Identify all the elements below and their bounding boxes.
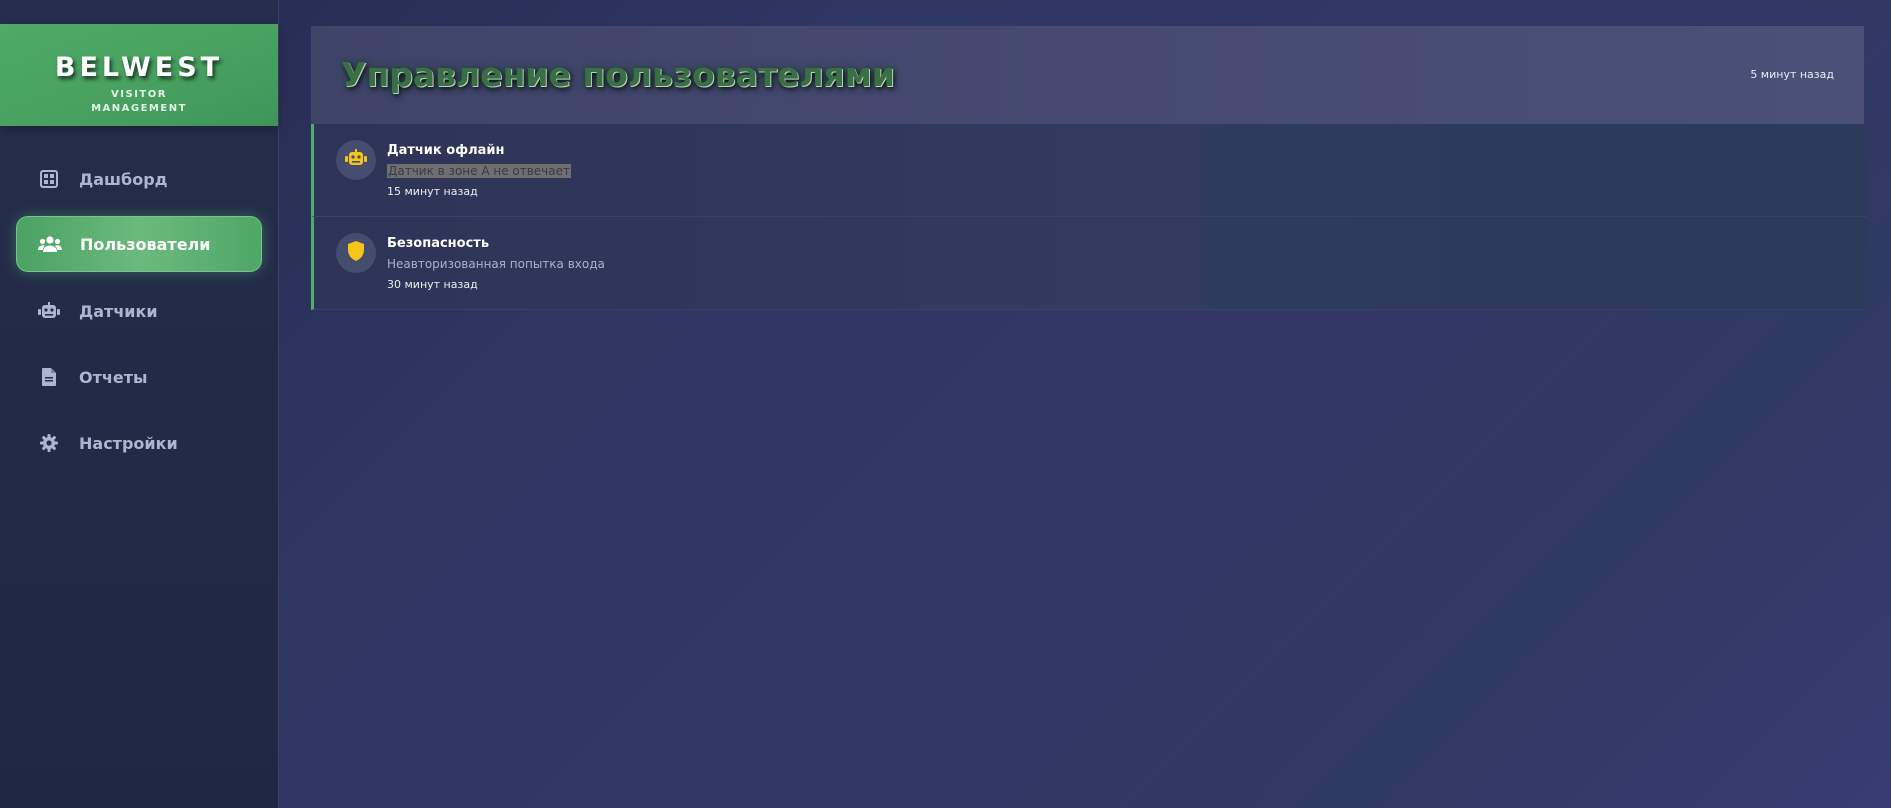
sidebar: BELWEST VISITOR MANAGEMENT Дашборд Польз… — [0, 0, 279, 808]
sidebar-item-settings[interactable]: Настройки — [16, 416, 260, 470]
notification-icon-badge — [336, 233, 376, 273]
sidebar-item-label: Датчики — [79, 301, 158, 321]
users-icon — [38, 232, 62, 256]
notification-icon-badge — [336, 140, 376, 180]
sidebar-item-label: Пользователи — [80, 234, 211, 254]
file-icon — [37, 365, 61, 389]
sidebar-item-label: Настройки — [79, 433, 178, 453]
gear-icon — [37, 431, 61, 455]
sidebar-item-label: Дашборд — [79, 169, 168, 189]
brand-title: BELWEST — [54, 52, 224, 83]
notification-title: Датчик офлайн — [387, 143, 505, 158]
notification-time: 30 минут назад — [387, 278, 478, 291]
shield-icon — [347, 241, 365, 265]
notification-title: Безопасность — [387, 236, 490, 251]
brand-logo[interactable]: BELWEST VISITOR MANAGEMENT — [0, 24, 278, 126]
robot-icon — [345, 149, 367, 171]
page-header: Управление пользователями 5 минут назад — [311, 26, 1864, 125]
sidebar-item-users[interactable]: Пользователи — [16, 216, 262, 272]
sidebar-item-label: Отчеты — [79, 367, 148, 387]
brand-subtitle: VISITOR MANAGEMENT — [91, 89, 187, 114]
sidebar-item-dashboard[interactable]: Дашборд — [16, 152, 260, 206]
notification-item[interactable]: Безопасность Неавторизованная попытка вх… — [311, 217, 1867, 310]
notification-item[interactable]: Датчик офлайн Датчик в зоне А не отвечае… — [311, 124, 1867, 217]
notification-time: 15 минут назад — [387, 185, 478, 198]
notification-message: Неавторизованная попытка входа — [387, 257, 605, 271]
notification-message: Датчик в зоне А не отвечает — [387, 164, 571, 178]
page-title: Управление пользователями — [341, 55, 895, 94]
header-timestamp: 5 минут назад — [1750, 68, 1834, 81]
robot-icon — [37, 299, 61, 323]
sidebar-item-reports[interactable]: Отчеты — [16, 350, 260, 404]
grid-icon — [37, 167, 61, 191]
sidebar-item-sensors[interactable]: Датчики — [16, 284, 260, 338]
